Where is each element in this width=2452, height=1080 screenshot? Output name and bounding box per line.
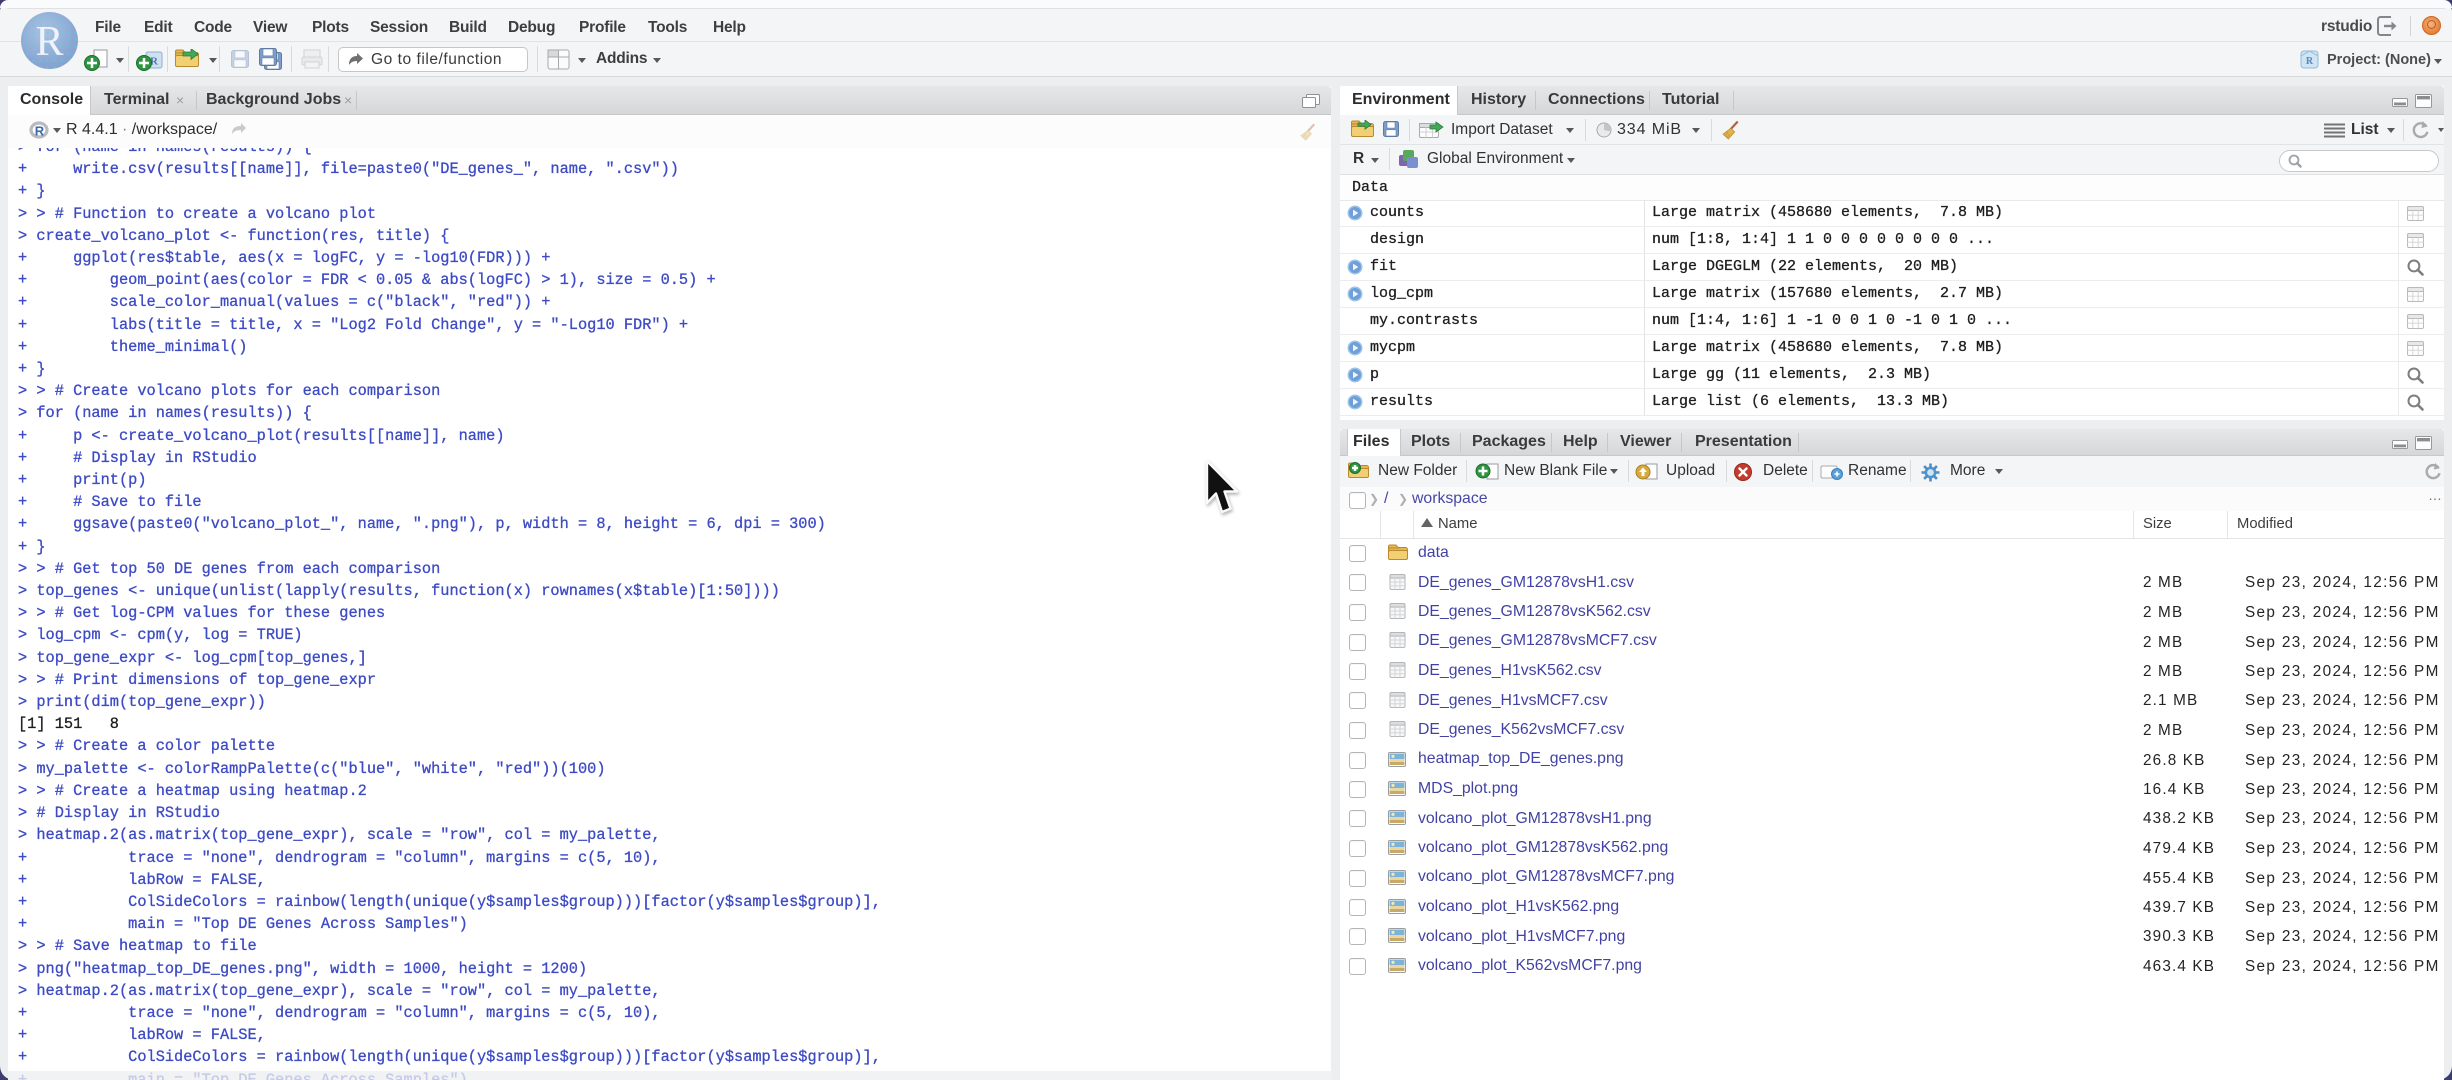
svg-text:R: R [35,124,45,139]
svg-text:R: R [2306,56,2314,67]
